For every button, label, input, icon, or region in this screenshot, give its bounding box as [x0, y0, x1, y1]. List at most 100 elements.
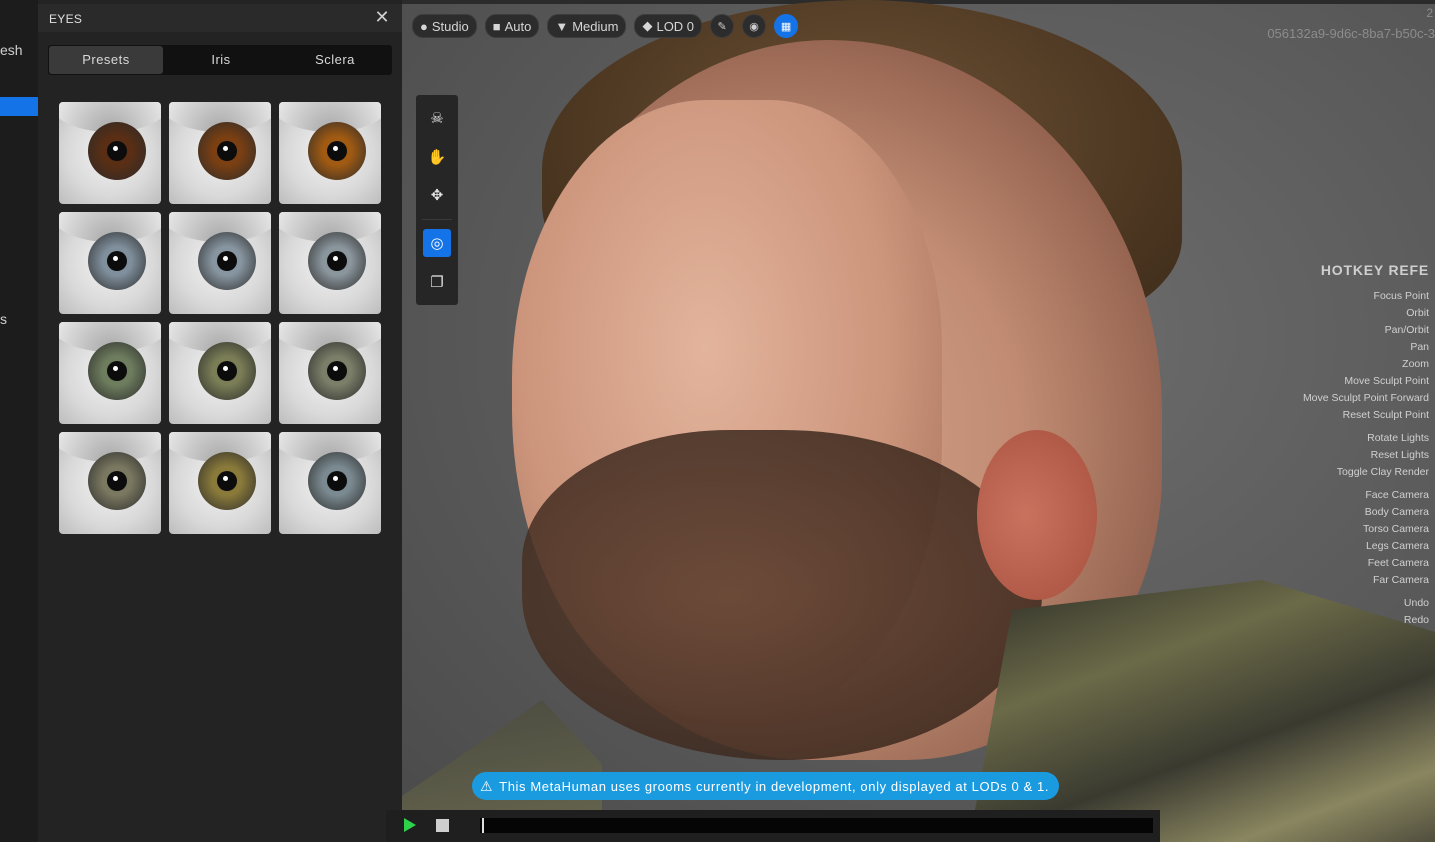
camera-auto-button[interactable]: ■ Auto [484, 14, 540, 38]
tab-iris[interactable]: Iris [164, 45, 278, 75]
iris-shape [198, 342, 256, 400]
eye-preset-swatch[interactable] [279, 432, 381, 534]
eye-preset-swatch[interactable] [169, 212, 271, 314]
hotkey-item: Redo [1403, 614, 1429, 626]
brush-icon[interactable]: ✎ [710, 14, 735, 38]
lighting-studio-button[interactable]: ● Studio [412, 14, 477, 38]
hotkey-item: Move Sculpt Point [1344, 375, 1429, 387]
pupil-shape [217, 141, 237, 161]
hotkey-item: Pan/Orbit [1384, 324, 1429, 336]
pupil-shape [217, 361, 237, 381]
play-icon[interactable] [404, 818, 416, 832]
eye-preset-swatch[interactable] [169, 432, 271, 534]
hotkey-item: Move Sculpt Point Forward [1302, 392, 1429, 404]
bulb-icon: ● [420, 18, 428, 34]
tab-presets[interactable]: Presets [49, 46, 163, 74]
character-ear [977, 430, 1097, 600]
move-icon[interactable]: ✥ [423, 181, 451, 209]
hotkey-item: Far Camera [1372, 574, 1429, 586]
eye-preset-swatch[interactable] [279, 212, 381, 314]
eye-glint [223, 366, 228, 371]
metahuman-id: 056132a9-9d6c-8ba7-b50c-3 [1267, 26, 1435, 41]
auto-label: Auto [504, 18, 532, 34]
iris-shape [308, 452, 366, 510]
eye-preset-swatch[interactable] [169, 102, 271, 204]
stop-icon[interactable] [436, 819, 449, 832]
hotkey-item: Body Camera [1364, 506, 1429, 518]
tab-sclera[interactable]: Sclera [278, 45, 392, 75]
keyboard-icon[interactable]: ▦ [774, 14, 799, 38]
hotkey-title: HOTKEY REFE [1320, 262, 1429, 278]
cube-icon: ◆ [642, 18, 653, 33]
hotkey-item: Reset Lights [1370, 449, 1429, 461]
panel-header: EYES ✕ [38, 4, 402, 32]
hotkey-reference: HOTKEY REFE Focus Point Orbit Pan/Orbit Pan… [1303, 262, 1429, 629]
eye-glint [333, 146, 338, 151]
sidebar-selected-item[interactable] [0, 97, 38, 116]
eye-glint [333, 366, 338, 371]
warning-icon: ⚠ [480, 777, 494, 794]
pupil-shape [217, 471, 237, 491]
left-sidebar: esh s [0, 0, 38, 842]
tools-divider [422, 219, 452, 220]
hotkey-item: Torso Camera [1363, 523, 1429, 535]
iris-shape [198, 452, 256, 510]
eye-preset-swatch[interactable] [59, 212, 161, 314]
close-icon[interactable]: ✕ [372, 7, 392, 27]
hotkey-item: Pan [1410, 341, 1429, 353]
pupil-shape [107, 471, 127, 491]
eye-preset-swatch[interactable] [59, 322, 161, 424]
eye-preset-swatch[interactable] [169, 322, 271, 424]
pupil-shape [217, 251, 237, 271]
layers-icon[interactable]: ❐ [423, 268, 451, 296]
eye-preset-swatch[interactable] [279, 322, 381, 424]
eye-glint [113, 256, 118, 261]
eye-preset-swatch[interactable] [279, 102, 381, 204]
globe-icon[interactable]: ◉ [742, 14, 767, 38]
iris-shape [198, 232, 256, 290]
hotkey-item: Rotate Lights [1367, 432, 1429, 444]
gem-icon: ▼ [555, 18, 569, 34]
pupil-shape [327, 471, 347, 491]
eye-preset-swatch[interactable] [59, 102, 161, 204]
sculpt-hand-icon[interactable]: ✋ [423, 143, 451, 171]
playhead[interactable] [482, 818, 484, 833]
eye-preset-swatch[interactable] [59, 432, 161, 534]
hotkey-item: Face Camera [1365, 489, 1429, 501]
eyes-tabs: Presets Iris Sclera [48, 45, 392, 75]
sidebar-cut-label[interactable]: esh [0, 42, 23, 58]
hotkey-item: Orbit [1406, 307, 1429, 319]
blend-icon[interactable]: ◎ [423, 229, 451, 257]
character-beard [522, 430, 1042, 760]
3d-viewport[interactable]: ● Studio ■ Auto ▼ Medium ◆ LOD 0 ✎ ◉ ▦ 2… [402, 0, 1435, 842]
hotkey-item: Reset Sculpt Point [1342, 409, 1429, 421]
sidebar-cut-label[interactable]: s [0, 311, 7, 327]
lod-button[interactable]: ◆ LOD 0 [634, 14, 703, 38]
eyes-panel: EYES ✕ Presets Iris Sclera [38, 0, 402, 842]
hotkey-item: Toggle Clay Render [1336, 466, 1429, 478]
eye-glint [223, 476, 228, 481]
hotkey-item: Legs Camera [1365, 540, 1429, 552]
eye-glint [333, 256, 338, 261]
iris-shape [308, 342, 366, 400]
pupil-shape [327, 141, 347, 161]
animation-timeline [386, 810, 1160, 842]
banner-text: This MetaHuman uses grooms currently in … [499, 778, 1050, 794]
timeline-track[interactable] [480, 818, 1153, 833]
hotkey-item: Zoom [1402, 358, 1429, 370]
eye-glint [113, 366, 118, 371]
iris-shape [308, 122, 366, 180]
hotkey-list: Focus Point Orbit Pan/Orbit Pan Zoom Move Scu… [1303, 288, 1429, 629]
pupil-shape [327, 361, 347, 381]
guid-fragment: 2 [1426, 6, 1433, 20]
hotkey-item: Undo [1403, 597, 1429, 609]
pupil-shape [107, 141, 127, 161]
hotkey-item: Focus Point [1373, 290, 1429, 302]
eye-glint [223, 256, 228, 261]
skull-icon[interactable]: ☠ [423, 104, 451, 132]
eye-glint [113, 146, 118, 151]
quality-medium-button[interactable]: ▼ Medium [547, 14, 627, 38]
iris-shape [308, 232, 366, 290]
groom-warning-banner: ⚠ This MetaHuman uses grooms currently i… [472, 772, 1060, 800]
eye-glint [113, 476, 118, 481]
